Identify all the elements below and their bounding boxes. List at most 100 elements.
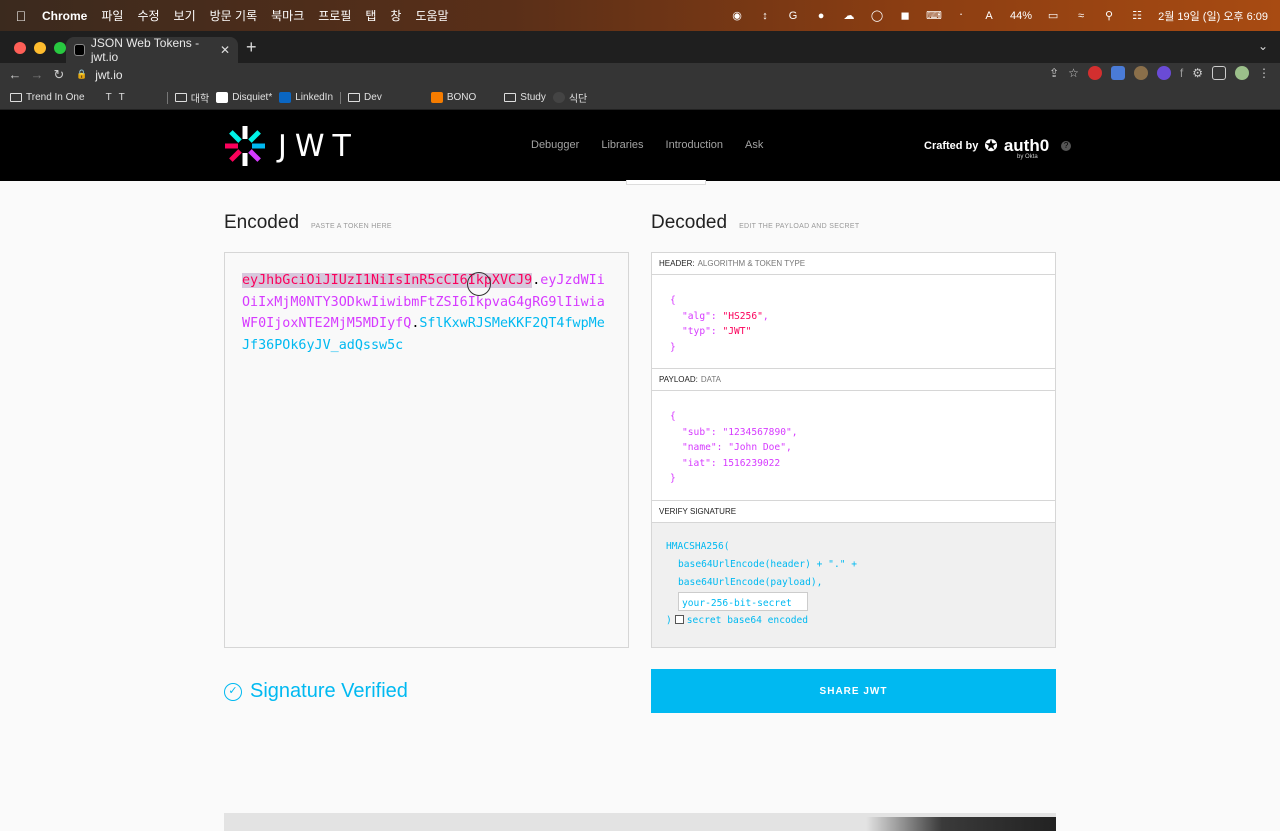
nav-debugger[interactable]: Debugger [531, 139, 579, 151]
bookmark-university[interactable]: 대학 [174, 90, 210, 105]
folder-icon [10, 93, 22, 102]
menu-edit[interactable]: 수정 [137, 7, 159, 24]
disquiet-icon [216, 92, 229, 103]
new-tab-icon[interactable]: + [246, 37, 257, 58]
bottom-image-fragment [866, 817, 1056, 831]
profile-avatar[interactable] [1235, 66, 1249, 80]
base64-label[interactable]: secret base64 encoded [687, 615, 808, 626]
verify-line-payload: base64UrlEncode(payload), [678, 577, 823, 588]
extension-owl-icon[interactable] [1133, 66, 1148, 80]
bookmark-t-icon[interactable]: T [106, 92, 112, 103]
cloud-icon[interactable]: ☁ [842, 10, 856, 22]
payload-json-editor[interactable]: { "sub": "1234567890", "name": "John Doe… [652, 391, 1055, 501]
tab-search-chevron-icon[interactable]: ⌄ [1258, 39, 1268, 53]
chrome-tabstrip: JSON Web Tokens - jwt.io ✕ [0, 31, 1280, 64]
header-tab-indicator [626, 180, 706, 185]
check-circle-icon: ✓ [224, 682, 242, 701]
close-tab-icon[interactable]: ✕ [220, 43, 230, 57]
reload-icon[interactable]: ↻ [48, 67, 70, 83]
base64-checkbox[interactable] [674, 615, 684, 624]
bookmark-dev[interactable]: Dev [348, 92, 382, 103]
extensions-puzzle-icon[interactable]: ⚙ [1192, 66, 1203, 80]
side-panel-icon[interactable] [1212, 66, 1226, 80]
zoom-window-icon[interactable] [54, 42, 66, 54]
menu-history[interactable]: 방문 기록 [210, 7, 258, 24]
address-url: jwt.io [95, 67, 123, 82]
bottom-section-preview [224, 813, 1056, 831]
bookmark-linkedin[interactable]: LinkedIn [279, 92, 333, 103]
secret-input[interactable]: your-256-bit-secret [678, 592, 808, 611]
share-icon[interactable]: ⇪ [1049, 66, 1059, 80]
menu-app-name[interactable]: Chrome [42, 9, 87, 23]
decoded-heading: Decoded EDIT THE PAYLOAD AND SECRET [651, 212, 859, 234]
payload-name-value: John Doe [734, 442, 781, 453]
folder-icon [504, 93, 517, 102]
arrows-icon[interactable]: ↕ [758, 10, 772, 22]
menubar-clock[interactable]: 2월 19일 (일) 오후 6:09 [1158, 8, 1268, 24]
spotlight-icon[interactable]: ⚲ [1102, 10, 1116, 22]
bookmark-separator [340, 91, 342, 104]
payload-label: PAYLOAD: [659, 375, 698, 384]
crafted-by-auth0[interactable]: Crafted by ✪ auth0 by Okta ? [924, 136, 1072, 160]
extension-red-icon[interactable] [1087, 66, 1102, 80]
close-window-icon[interactable] [14, 42, 26, 54]
lock-icon[interactable]: 🔒 [76, 69, 87, 80]
extension-at-icon[interactable] [1156, 66, 1171, 80]
share-jwt-button[interactable]: SHARE JWT [651, 669, 1056, 713]
menu-tab[interactable]: 탭 [365, 7, 376, 24]
bookmark-label: 대학 [190, 94, 210, 105]
crafted-by-label: Crafted by [924, 140, 979, 152]
battery-icon[interactable]: ▭ [1046, 10, 1060, 22]
grammarly-icon[interactable]: G [786, 10, 800, 22]
shield-icon[interactable]: ◯ [870, 10, 884, 22]
bluetooth-icon[interactable]: ᛫ [954, 10, 968, 22]
extension-f-icon[interactable]: f [1180, 66, 1183, 80]
address-bar[interactable]: 🔒 jwt.io [76, 64, 1076, 85]
control-center-icon[interactable]: ☷ [1130, 10, 1144, 22]
menu-file[interactable]: 파일 [101, 7, 123, 24]
jwt-favicon-icon [74, 44, 85, 56]
auth0-badge-icon: ✪ [984, 138, 998, 155]
bookmark-study[interactable]: Study [504, 92, 546, 103]
nav-libraries[interactable]: Libraries [601, 139, 643, 151]
browser-tab-active[interactable]: JSON Web Tokens - jwt.io ✕ [66, 36, 238, 64]
bookmark-trend-in-one[interactable]: Trend In One [10, 92, 85, 103]
chat-icon[interactable]: ● [814, 10, 828, 22]
encoded-token-text[interactable]: eyJhbGciOiJIUzI1NiIsInR5cCI6IkpXVCJ9.eyJ… [242, 270, 612, 356]
menu-help[interactable]: 도움말 [415, 7, 448, 24]
chrome-menu-icon[interactable]: ⋮ [1258, 66, 1270, 80]
signature-verified-text: Signature Verified [250, 680, 408, 702]
menu-bookmarks[interactable]: 북마크 [271, 7, 304, 24]
signature-status: ✓ Signature Verified [224, 680, 408, 703]
star-icon[interactable]: ☆ [1068, 66, 1079, 80]
back-arrow-icon[interactable]: ← [4, 67, 26, 82]
input-source-icon[interactable]: A [982, 10, 996, 22]
translate-extension-icon[interactable] [1110, 66, 1125, 80]
apple-icon[interactable]:  [14, 8, 28, 24]
help-icon[interactable]: ? [1061, 141, 1072, 151]
box-icon[interactable]: ◼ [898, 10, 912, 22]
menu-view[interactable]: 보기 [174, 7, 196, 24]
nav-ask[interactable]: Ask [745, 139, 763, 151]
bookmark-disquiet[interactable]: Disquiet* [216, 92, 272, 103]
forward-arrow-icon[interactable]: → [26, 67, 48, 82]
record-icon[interactable]: ◉ [730, 10, 744, 22]
bookmark-bono[interactable]: BONO [430, 92, 476, 103]
bookmark-label: Study [520, 92, 546, 103]
minimize-window-icon[interactable] [34, 42, 46, 54]
jwt-logo[interactable]: JWT [224, 125, 359, 167]
bookmark-t2-icon[interactable]: T [119, 92, 125, 103]
header-json-editor[interactable]: { "alg": "HS256", "typ": "JWT" } [652, 275, 1055, 369]
bookmark-meals[interactable]: 식단 [552, 90, 587, 105]
header-label: HEADER: [659, 259, 695, 268]
header-pane-label: HEADER: ALGORITHM & TOKEN TYPE [652, 253, 1055, 275]
wifi-icon[interactable]: ≈ [1074, 10, 1088, 22]
menu-profiles[interactable]: 프로필 [318, 7, 351, 24]
battery-percent[interactable]: 44% [1010, 10, 1032, 22]
nav-introduction[interactable]: Introduction [666, 139, 723, 151]
payload-pane-label: PAYLOAD: DATA [652, 369, 1055, 391]
verify-signature-body: HMACSHA256( base64UrlEncode(header) + ".… [652, 523, 1055, 647]
tab-title: JSON Web Tokens - jwt.io [90, 36, 200, 64]
keyboard-icon[interactable]: ⌨ [926, 10, 942, 22]
menu-window[interactable]: 창 [390, 7, 401, 24]
